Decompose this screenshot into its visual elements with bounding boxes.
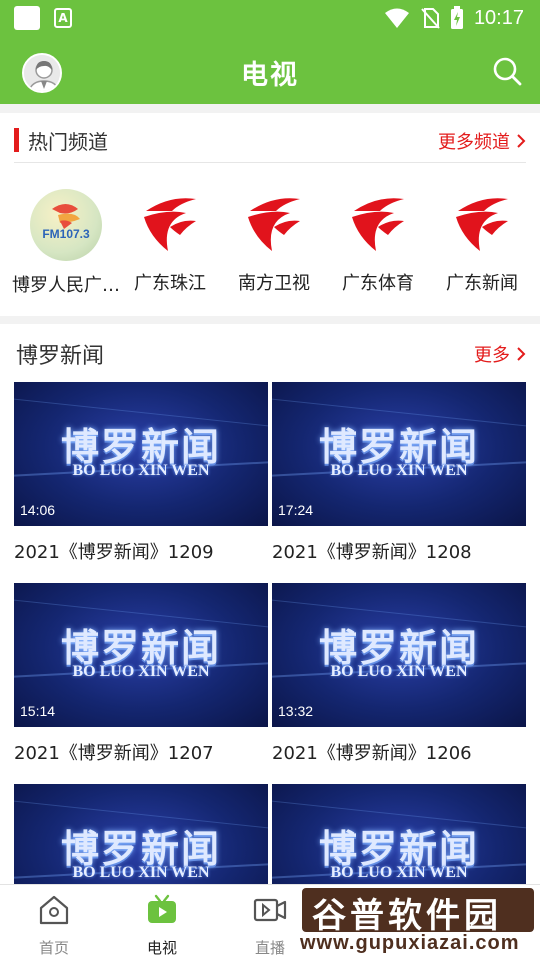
video-thumbnail: 博罗新闻 BO LUO XIN WEN 13:32 (272, 583, 526, 727)
channel-item[interactable]: 广东体育 (318, 187, 438, 295)
no-sim-icon (421, 8, 440, 29)
channel-list: FM107.3 博罗人民广… 广东珠江 南方卫视 广东体育 广东新闻 (0, 187, 540, 307)
thumbnail-subtitle: BO LUO XIN WEN (330, 663, 468, 680)
search-icon[interactable] (492, 56, 522, 86)
hot-channels-section: 热门频道 更多频道 FM107.3 博罗人民广… 广东珠江 南方卫视 广东体育 … (0, 113, 540, 316)
live-video-icon (253, 898, 287, 922)
chevron-right-icon (517, 134, 526, 148)
nav-home-label: 首页 (38, 939, 69, 957)
notification-icon (14, 6, 40, 30)
channel-name: 广东体育 (342, 273, 414, 294)
video-card[interactable]: 博罗新闻 BO LUO XIN WEN 15:14 2021《博罗新闻》1207 (14, 583, 268, 765)
channel-name: 博罗人民广… (12, 275, 120, 296)
wifi-icon (384, 8, 409, 28)
video-duration: 17:24 (278, 502, 314, 518)
video-card[interactable]: 博罗新闻 BO LUO XIN WEN (14, 784, 268, 884)
watermark-url: www.gupuxiazai.com (300, 932, 520, 954)
more-news-link[interactable]: 更多 (474, 341, 526, 367)
gdtv-logo-icon (340, 187, 416, 263)
watermark: 谷普软件园 www.gupuxiazai.com (296, 886, 538, 956)
thumbnail-subtitle: BO LUO XIN WEN (72, 663, 210, 680)
video-thumbnail: 博罗新闻 BO LUO XIN WEN (272, 784, 526, 884)
home-icon (39, 895, 69, 925)
video-caption: 2021《博罗新闻》1208 (272, 542, 472, 563)
clock: 10:17 (473, 6, 524, 29)
nav-tv-label: 电视 (146, 939, 177, 957)
app-header: 电视 (0, 36, 540, 104)
video-duration: 13:32 (278, 703, 314, 719)
gdtv-logo-icon (132, 187, 208, 263)
video-duration: 14:06 (20, 502, 56, 518)
section-marker (14, 128, 19, 152)
more-channels-label: 更多频道 (438, 132, 510, 153)
nav-home[interactable]: 首页 (14, 893, 94, 958)
channel-item[interactable]: FM107.3 博罗人民广… (6, 187, 126, 297)
channel-item[interactable]: 南方卫视 (214, 187, 334, 295)
video-thumbnail: 博罗新闻 BO LUO XIN WEN 15:14 (14, 583, 268, 727)
video-thumbnail: 博罗新闻 BO LUO XIN WEN (14, 784, 268, 884)
more-channels-link[interactable]: 更多频道 (438, 128, 526, 154)
thumbnail-subtitle: BO LUO XIN WEN (330, 864, 468, 881)
app-notification-icon: A (54, 8, 72, 28)
gdtv-logo-icon (444, 187, 520, 263)
battery-charging-icon (450, 6, 463, 29)
video-thumbnail: 博罗新闻 BO LUO XIN WEN 14:06 (14, 382, 268, 526)
status-bar: A 10:17 (0, 0, 540, 36)
thumbnail-subtitle: BO LUO XIN WEN (72, 462, 210, 479)
video-thumbnail: 博罗新闻 BO LUO XIN WEN 17:24 (272, 382, 526, 526)
system-icons: 10:17 (384, 6, 524, 30)
video-caption: 2021《博罗新闻》1206 (272, 743, 472, 764)
video-card[interactable]: 博罗新闻 BO LUO XIN WEN 14:06 2021《博罗新闻》1209 (14, 382, 268, 564)
channel-name: 广东珠江 (134, 273, 206, 294)
video-duration: 15:14 (20, 703, 56, 719)
channel-name: 南方卫视 (238, 273, 310, 294)
video-caption: 2021《博罗新闻》1209 (14, 542, 214, 563)
chevron-right-icon (517, 347, 526, 361)
fm-logo-text: FM107.3 (42, 227, 90, 241)
news-section-title: 博罗新闻 (16, 344, 105, 369)
news-section: 博罗新闻 更多 博罗新闻 BO LUO XIN WEN 14:06 2021《博… (0, 324, 540, 884)
more-news-label: 更多 (474, 345, 510, 366)
page-title: 电视 (241, 60, 299, 91)
channel-item[interactable]: 广东珠江 (110, 187, 230, 295)
watermark-banner: 谷普软件园 (302, 888, 534, 936)
channel-name: 广东新闻 (446, 273, 518, 294)
video-caption: 2021《博罗新闻》1207 (14, 743, 214, 764)
video-card[interactable]: 博罗新闻 BO LUO XIN WEN 17:24 2021《博罗新闻》1208 (272, 382, 526, 564)
video-card[interactable]: 博罗新闻 BO LUO XIN WEN 13:32 2021《博罗新闻》1206 (272, 583, 526, 765)
hot-channels-header: 热门频道 更多频道 (14, 113, 526, 163)
tv-icon (148, 894, 176, 923)
hot-channels-title: 热门频道 (28, 130, 108, 154)
channel-item[interactable]: 广东新闻 (422, 187, 540, 295)
video-card[interactable]: 博罗新闻 BO LUO XIN WEN (272, 784, 526, 884)
fm-radio-logo-icon: FM107.3 (28, 189, 104, 265)
nav-tv[interactable]: 电视 (122, 893, 202, 958)
gdtv-logo-icon (236, 187, 312, 263)
thumbnail-subtitle: BO LUO XIN WEN (72, 864, 210, 881)
thumbnail-subtitle: BO LUO XIN WEN (330, 462, 468, 479)
watermark-text: 谷普软件园 (312, 896, 502, 936)
